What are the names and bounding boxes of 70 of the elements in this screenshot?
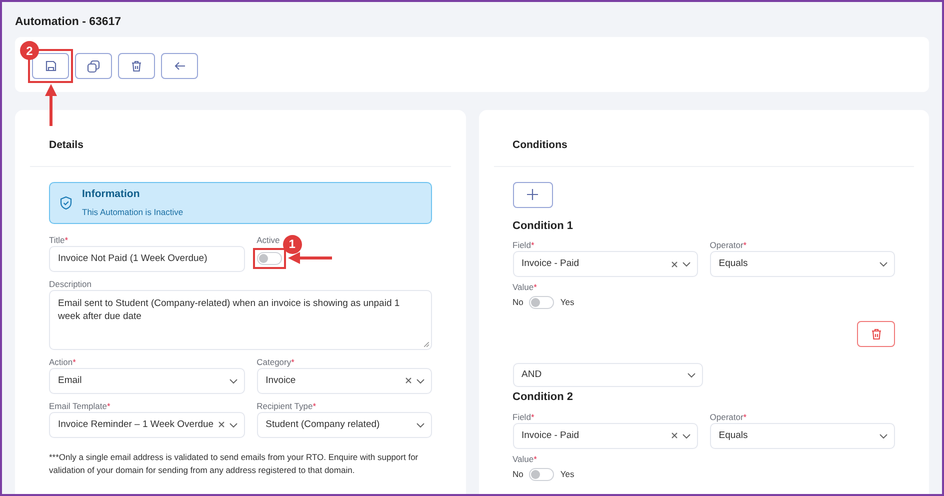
trash-icon: [131, 60, 142, 72]
copy-button[interactable]: [75, 53, 112, 79]
caret-icon: [416, 422, 424, 428]
page-title: Automation - 63617: [15, 15, 122, 30]
toggle-label: No: [512, 468, 524, 481]
caret-icon: [416, 378, 424, 384]
select-field[interactable]: Equals: [710, 422, 895, 449]
field-label: Action*: [49, 356, 76, 367]
plus-icon: [527, 189, 538, 200]
field-label: Value*: [512, 281, 537, 292]
field-label: Value*: [512, 452, 537, 464]
title-field[interactable]: Invoice Not Paid (1 Week Overdue): [49, 246, 245, 272]
field-label: Field*: [512, 239, 534, 250]
shield-check-icon: [60, 196, 72, 210]
select-field[interactable]: Email: [49, 368, 245, 394]
trash-icon: [870, 328, 882, 340]
card-heading: Details: [49, 139, 84, 151]
caret-icon: [879, 432, 888, 439]
clear-icon: [670, 432, 678, 440]
toggle-label: Yes: [560, 296, 574, 310]
toggle-switch[interactable]: [529, 296, 554, 310]
delete-condition-button[interactable]: [857, 321, 895, 348]
condition-title: Condition 2: [512, 390, 574, 406]
select-field[interactable]: Invoice Reminder – 1 Week Overdue: [49, 412, 245, 438]
add-condition-button[interactable]: [512, 182, 552, 208]
field-label: Operator*: [710, 410, 747, 422]
select-field[interactable]: Invoice: [256, 368, 432, 394]
note-text: ***Only a single email address is validated to send emails from your RTO. Enquire with support for validation of your domain for sending from any address registered to that domain.: [49, 450, 420, 476]
caret-icon: [682, 261, 691, 268]
resize-grip-icon: [424, 342, 428, 347]
caret-icon: [686, 372, 696, 378]
field-label: Title*: [49, 234, 68, 245]
copy-icon: [87, 60, 100, 72]
annotation-arrow: [288, 252, 332, 264]
annotation-arrow: [44, 84, 56, 126]
card-heading: Conditions: [512, 139, 568, 151]
field-label: Category*: [256, 356, 294, 367]
condition-title: Condition 1: [512, 218, 574, 234]
select-field[interactable]: AND: [512, 363, 702, 388]
toggle-label: No: [512, 296, 524, 310]
save-icon: [44, 60, 56, 72]
field-label: Active: [256, 234, 280, 245]
delete-button[interactable]: [118, 53, 155, 79]
clear-icon: [218, 421, 225, 428]
save-button[interactable]: [32, 53, 69, 79]
back-arrow-icon: [174, 61, 186, 71]
back-button[interactable]: [161, 53, 198, 79]
field-label: Description: [49, 278, 92, 289]
field-label: Field*: [512, 410, 534, 422]
field-label: Recipient Type*: [256, 400, 316, 411]
field-label: Operator*: [710, 239, 747, 250]
select-field[interactable]: Student (Company related): [256, 412, 432, 438]
toggle-label: Yes: [560, 468, 574, 481]
field-label: Email Template*: [49, 400, 110, 411]
clear-icon: [670, 260, 678, 268]
caret-icon: [228, 422, 238, 428]
select-field[interactable]: Equals: [710, 251, 895, 278]
toggle-switch[interactable]: [256, 252, 282, 265]
alert-text: This Automation is Inactive: [82, 206, 184, 218]
select-field[interactable]: Invoice - Paid: [512, 422, 698, 449]
description-field[interactable]: Email sent to Student (Company-related) when an invoice is showing as unpaid 1 week after due date: [49, 290, 432, 350]
clear-icon: [404, 377, 412, 384]
caret-icon: [228, 378, 238, 384]
caret-icon: [879, 261, 888, 268]
alert-title: Information: [82, 187, 141, 202]
callout-frame: [252, 248, 286, 269]
select-field[interactable]: Invoice - Paid: [512, 251, 698, 278]
caret-icon: [682, 432, 691, 439]
callout-badge: 2: [20, 41, 39, 60]
toggle-switch[interactable]: [529, 468, 554, 481]
